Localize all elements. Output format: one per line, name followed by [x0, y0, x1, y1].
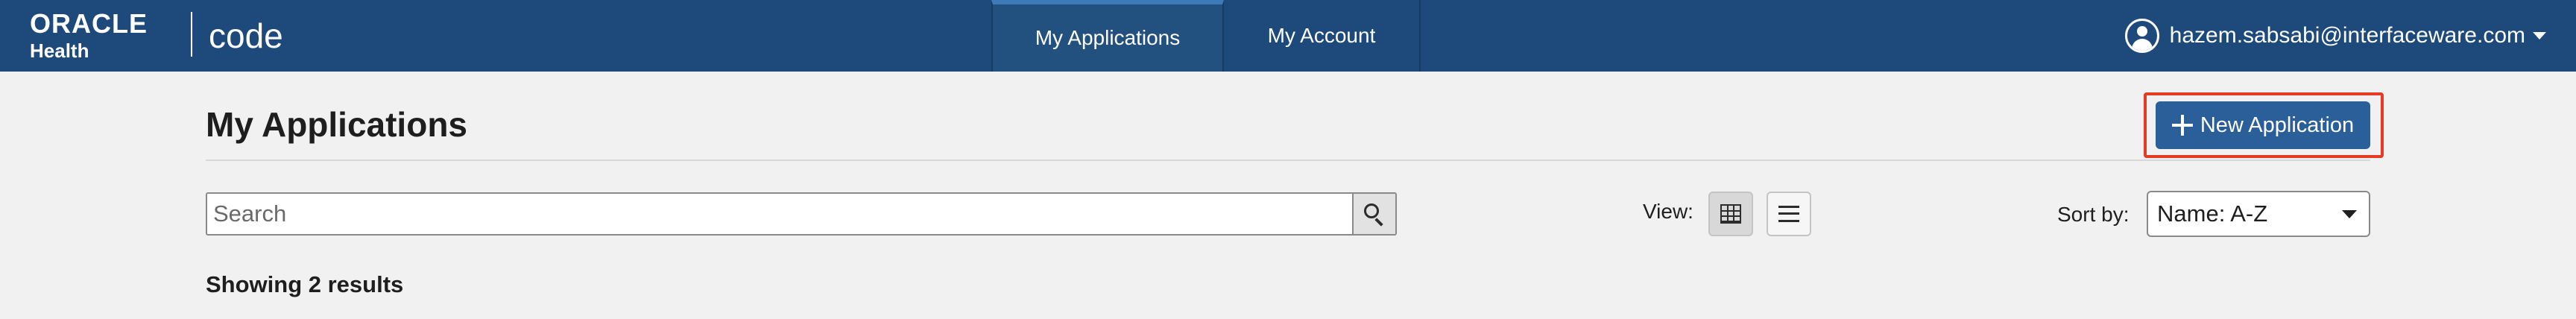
list-icon [1778, 206, 1799, 222]
search-button[interactable] [1352, 194, 1395, 234]
page-title: My Applications [206, 105, 467, 144]
user-circle-icon [2124, 19, 2159, 53]
user-menu[interactable]: hazem.sabsabi@interfaceware.com [2124, 16, 2546, 55]
sort-label: Sort by: [2057, 203, 2130, 226]
nav-tab-my-applications[interactable]: My Applications [991, 0, 1224, 72]
list-view-button[interactable] [1767, 192, 1811, 236]
top-navigation-bar: ORACLE Health code My Applications My Ac… [0, 0, 2576, 72]
product-name: code [209, 16, 283, 55]
nav-tab-my-account[interactable]: My Account [1224, 0, 1421, 72]
results-count: Showing 2 results [206, 271, 404, 297]
new-application-button[interactable]: New Application [2156, 101, 2370, 149]
user-email: hazem.sabsabi@interfaceware.com [2169, 23, 2525, 48]
grid-icon [1720, 204, 1741, 224]
plus-icon [2171, 115, 2193, 136]
oracle-health-logo[interactable]: ORACLE Health [30, 8, 194, 62]
nav-tab-label: My Account [1267, 24, 1376, 47]
search-icon [1363, 202, 1386, 227]
new-application-label: New Application [2200, 113, 2355, 137]
main-nav: My Applications My Account [991, 0, 1421, 72]
view-label: View: [1643, 200, 1693, 223]
search-box [206, 192, 1397, 236]
chevron-down-icon [2533, 32, 2546, 40]
title-divider [206, 160, 2370, 161]
search-input[interactable] [207, 194, 1352, 234]
sort-selected-value: Name: A-Z [2157, 200, 2268, 227]
chevron-down-icon [2342, 209, 2357, 218]
brand-divider [191, 12, 192, 57]
brand-oracle-text: ORACLE [30, 8, 148, 39]
brand-health-text: Health [30, 40, 89, 62]
nav-tab-label: My Applications [1035, 26, 1181, 49]
sort-select[interactable]: Name: A-Z [2147, 191, 2370, 237]
grid-view-button[interactable] [1708, 192, 1753, 236]
